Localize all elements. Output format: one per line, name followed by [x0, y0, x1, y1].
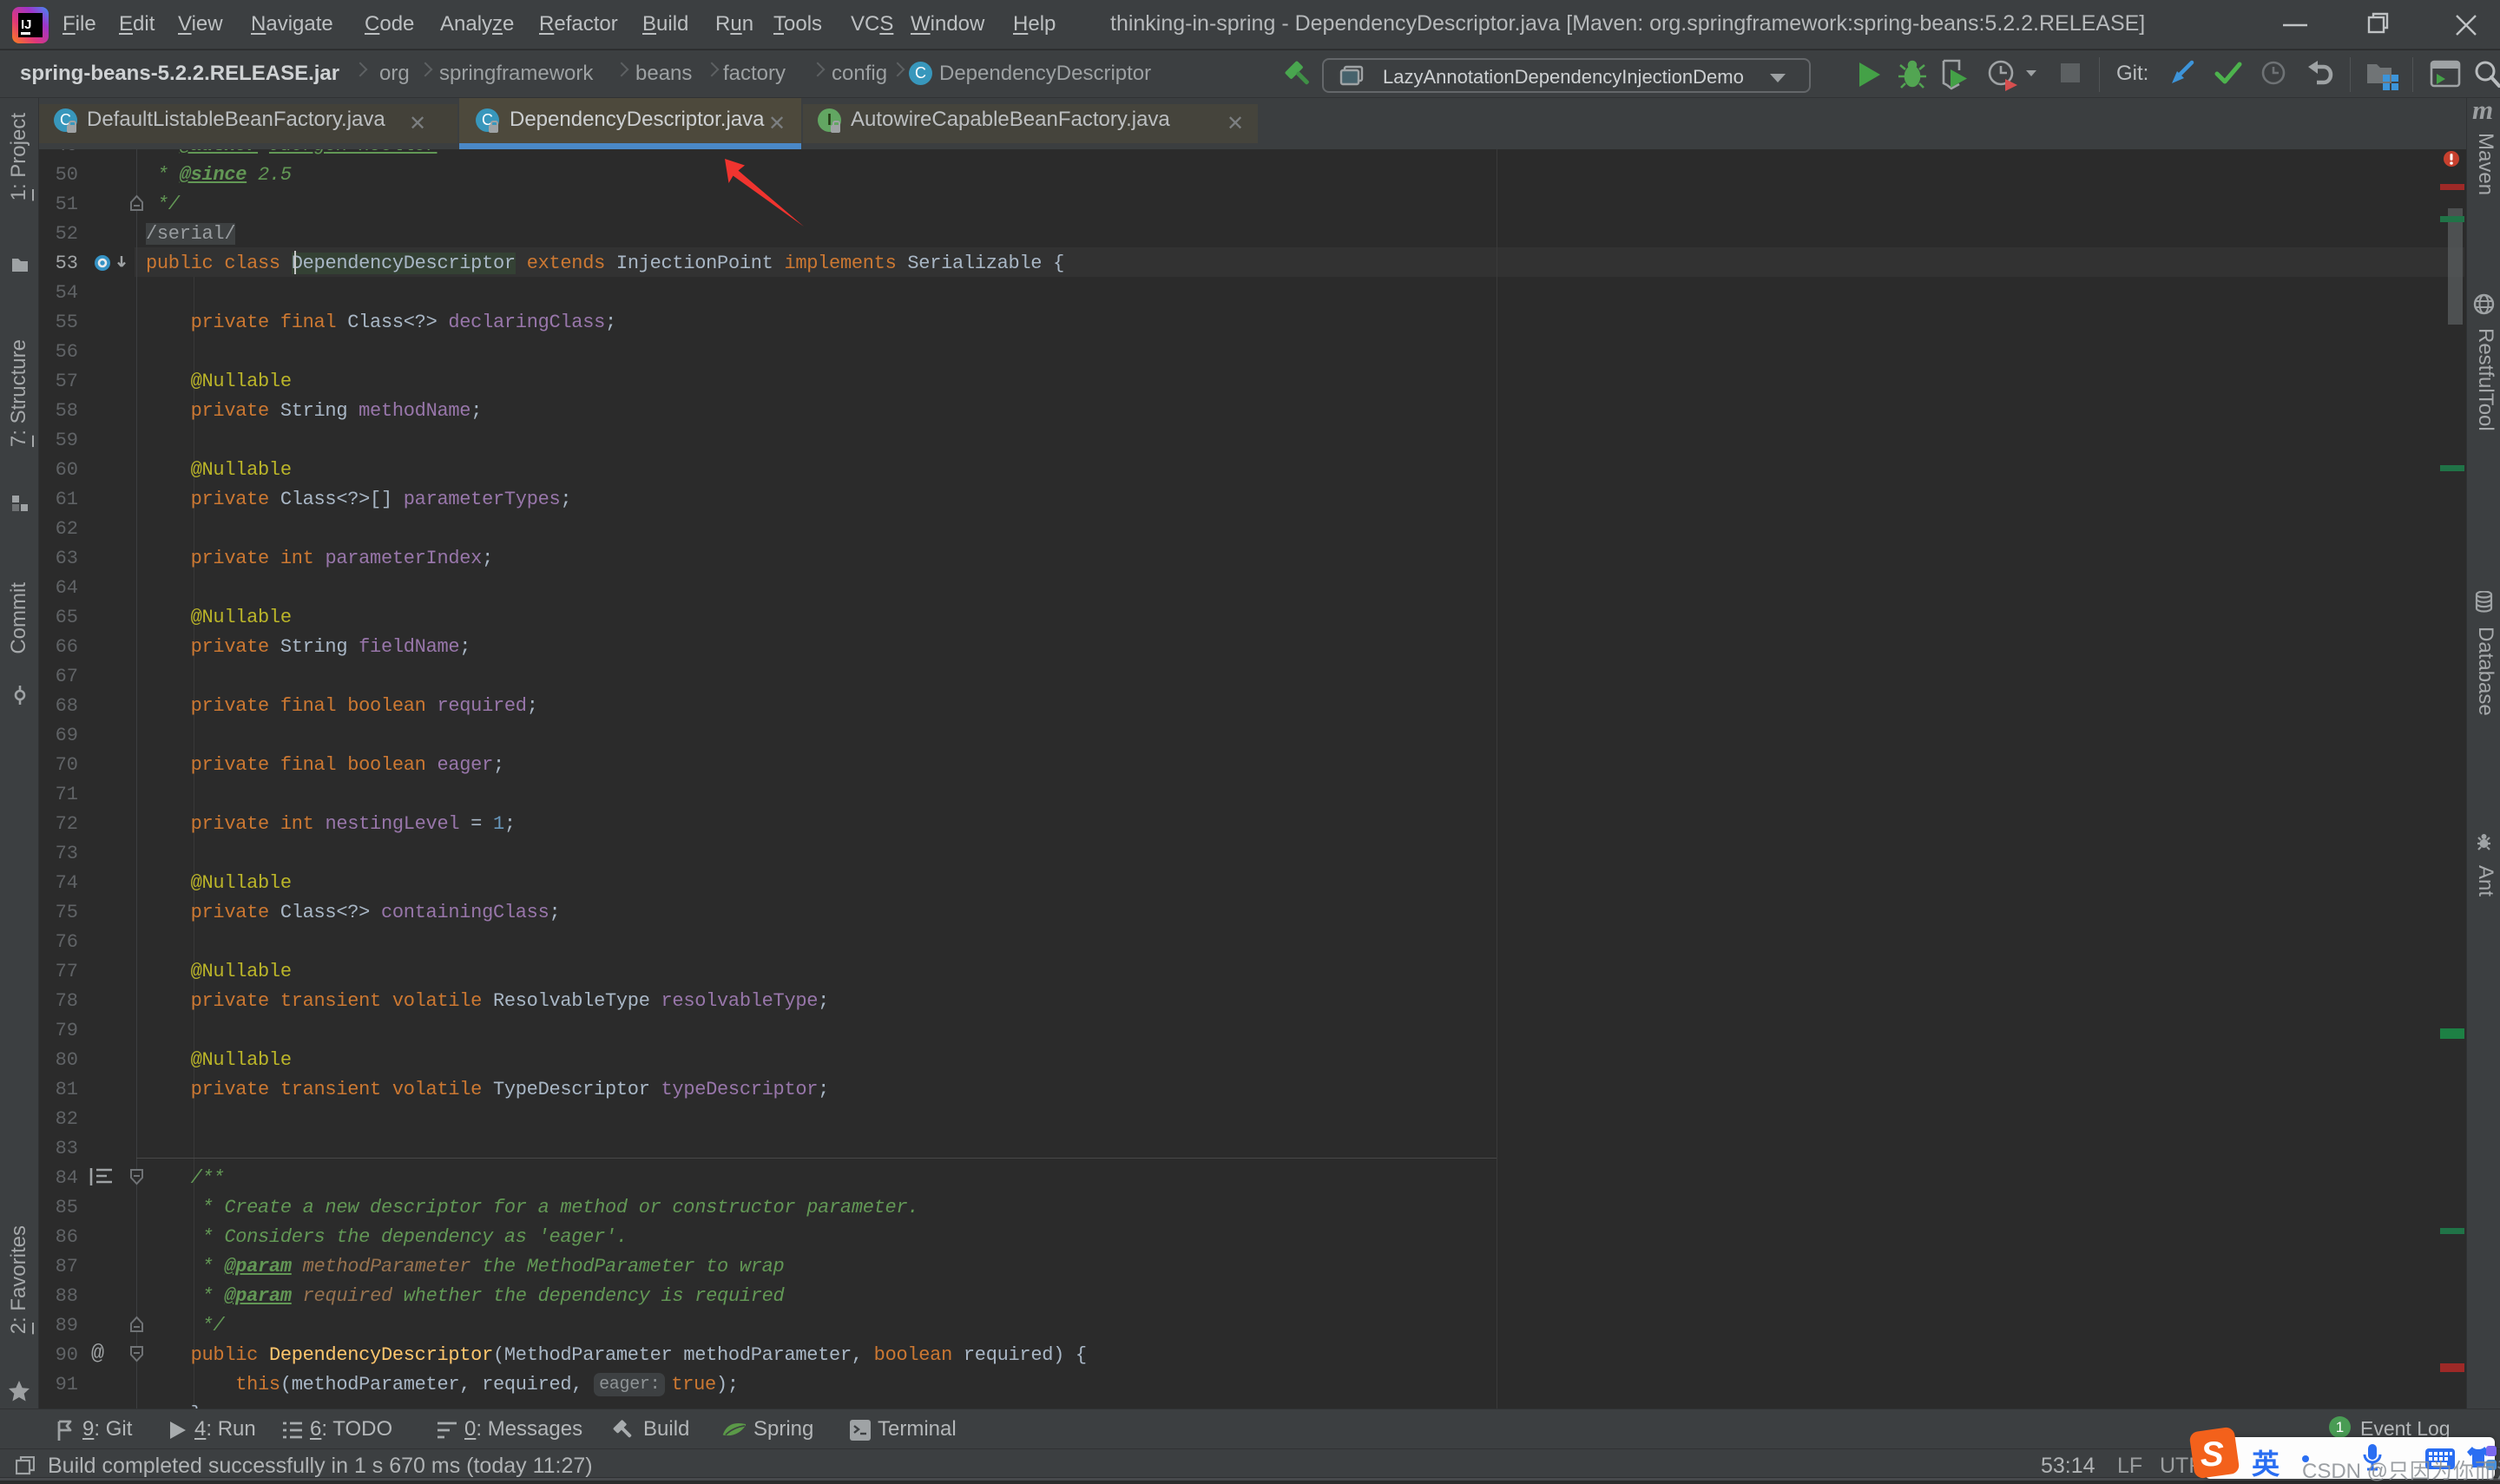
- svg-text:IJ: IJ: [21, 17, 32, 32]
- svg-text:S: S: [2201, 1435, 2224, 1474]
